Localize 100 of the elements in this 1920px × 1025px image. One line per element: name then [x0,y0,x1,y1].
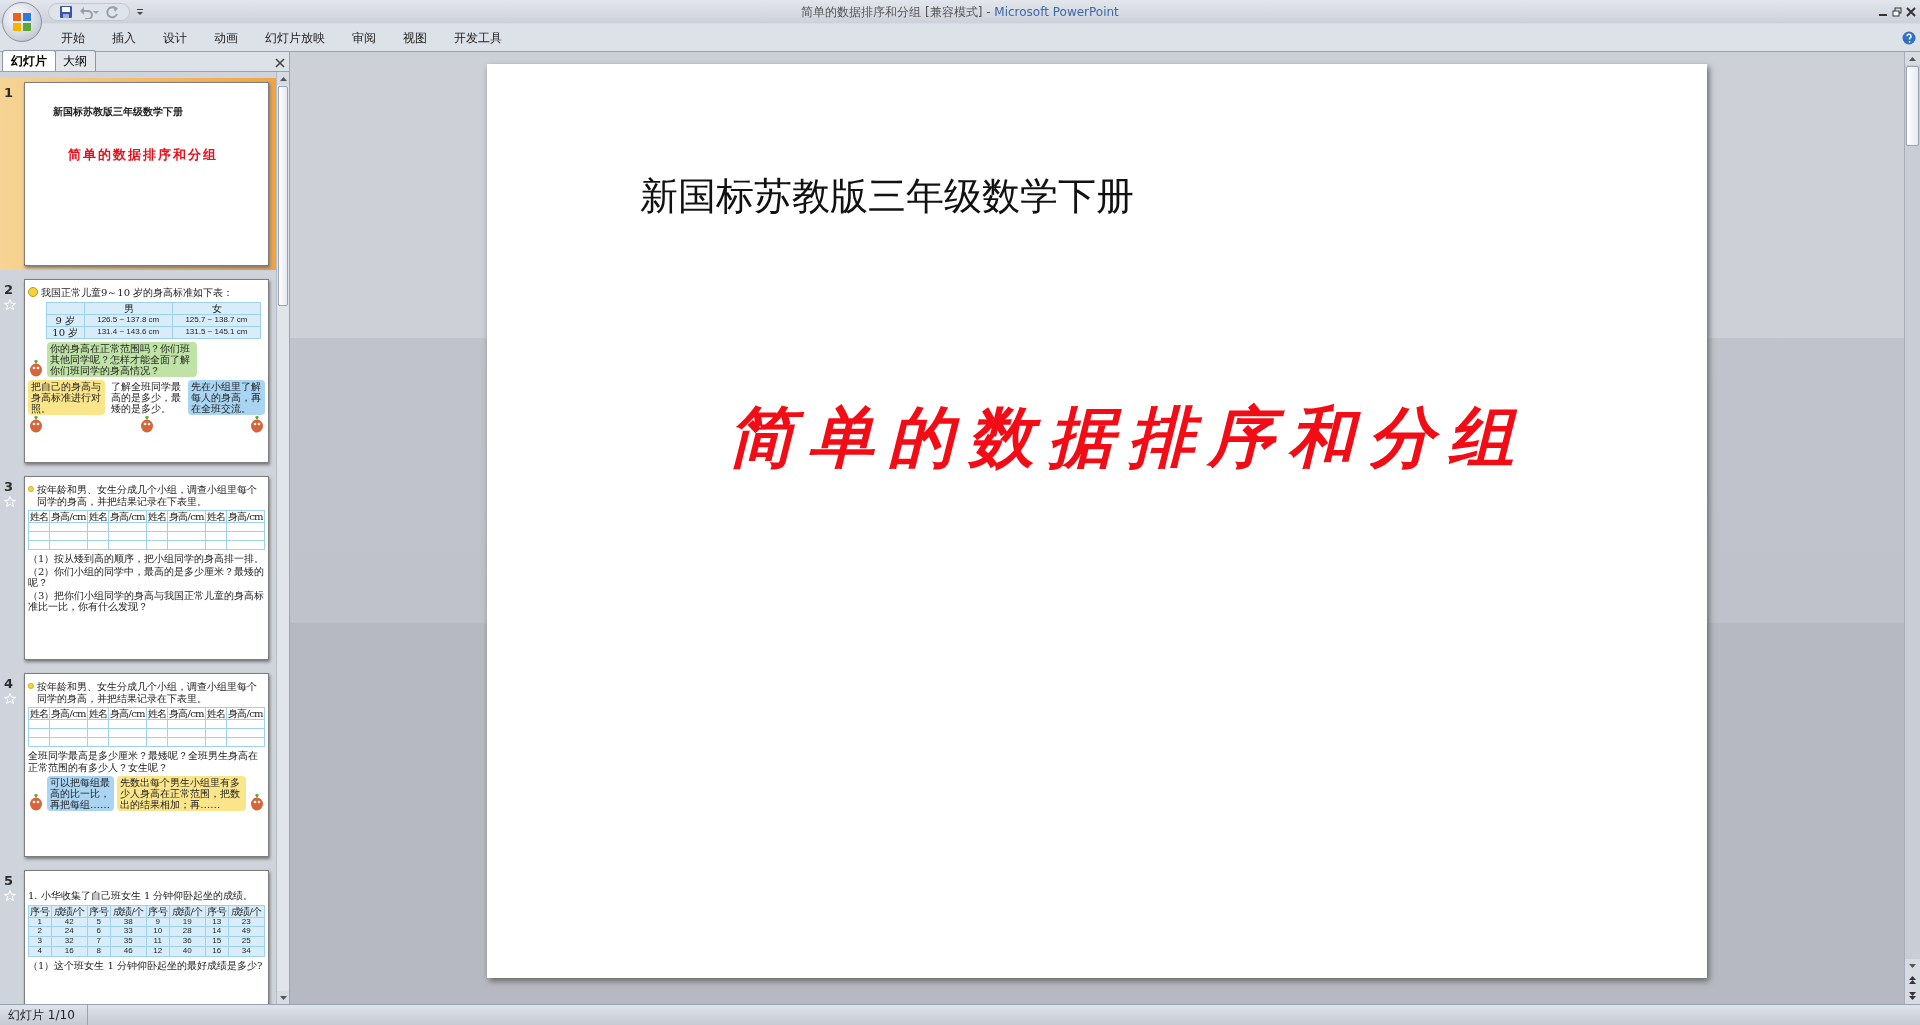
question-text: （1）按从矮到高的顺序，把小组同学的身高排一排。 [28,553,265,565]
table-cell: 32 [51,936,88,947]
next-slide-button[interactable] [1905,988,1920,1004]
table-cell: 25 [228,936,265,947]
close-icon [1906,6,1916,17]
up-arrow-icon [279,76,287,81]
table-header-cell: 身高/cm [167,510,206,523]
table-header-cell: 成绩/个 [169,905,206,917]
table-cell: 34 [228,946,265,957]
ribbon-tab[interactable]: 插入 [101,26,147,49]
down-arrow-icon [279,995,287,1000]
table-header-cell: 姓名 [205,707,227,720]
slide-subtitle: 新国标苏教版三年级数学下册 [639,173,1135,220]
table-header-cell: 成绩/个 [51,905,88,917]
table-cell: 7 [87,936,111,947]
table-cell: 5 [87,917,111,927]
table-header-cell: 身高/cm [49,510,88,523]
table-cell: 6 [87,926,111,937]
cartoon-character-drawing [249,793,265,811]
ribbon-tab[interactable]: 幻灯片放映 [254,26,336,49]
table-header-cell: 序号 [146,905,170,917]
down-arrow-icon [1909,963,1916,968]
save-icon [59,4,73,19]
table-header-cell: 成绩/个 [110,905,147,917]
scrollbar-thumb[interactable] [1906,66,1919,146]
table-cell: 14 [205,926,229,937]
table-cell: 36 [169,936,206,947]
table-cell: 1 [28,917,52,927]
double-down-arrow-icon [1909,992,1916,1000]
table-header-cell: 姓名 [28,707,50,720]
ribbon-tab[interactable]: 视图 [392,26,438,49]
slide-heading: 我国正常儿童9～10 岁的身高标准如下表： [41,287,234,299]
table-header-cell: 女 [172,302,261,314]
cartoon-character-drawing [28,358,44,377]
table-cell: 12 [146,946,170,957]
ribbon-tab[interactable]: 设计 [152,26,198,49]
slide-heading: 按年龄和男、女生分成几个小组，调查小组里每个同学的身高，并把结果记录在下表里。 [36,484,258,507]
slide-list-item[interactable]: 1 新国标苏教版三年级数学下册 简单的数据排序和分组 [0,78,276,270]
table-cell: 9 [146,917,170,927]
table-header-cell: 序号 [87,905,111,917]
speech-bubble: 可以把每组最高的比一比，再把每组…… [47,776,115,811]
table-cell: 46 [110,946,147,957]
table-header-cell: 姓名 [146,707,168,720]
scroll-up-button[interactable] [277,72,289,85]
table-header-cell: 姓名 [87,510,109,523]
table-cell: 11 [146,936,170,947]
table-cell: 10 [146,926,170,937]
scroll-down-button[interactable] [1905,959,1920,972]
slide-list-item[interactable]: 5 1. 小华收集了自己班女生 1 分钟仰卧起坐的成绩。 序号 成绩/个 序号 成绩/个 序号 成绩/个 序号 成绩/个 1 42 5 38 9 19 13 23 2 24 6 33 10 28 14 49 3 32 7 35 11 36 15 25 4 16 8 46 12 40 16 34 （1）这个班女生 1 分钟仰卧起坐的最好成绩是多少? [0,866,276,1004]
table-header-cell: 身高/cm [108,707,147,720]
table-cell: 19 [169,917,206,927]
office-logo-icon [11,11,33,33]
question-text: （3）把你们小组同学的身高与我国正常儿童的身高标准比一比，你有什么发现？ [28,589,265,613]
restore-button[interactable] [1892,6,1902,17]
close-button[interactable] [1906,6,1916,17]
table-cell: 16 [205,946,229,957]
slide-list-item[interactable]: 4 按年龄和男、女生分成几个小组，调查小组里每个同学的身高，并把结果记录在下表里。 姓名 身高/cm 姓名 身高/cm 姓名 身高/cm 姓名 身高/cm 全班同学最高是多少厘米？最矮呢？全班男生身高在正常范围的有多少人？女生呢？ 可以把每组最高的比一比，再把每组…… 先数出每个男生小组里有多少人身高在正常范围，把数出的结果相加；再…… [0,669,276,861]
save-button[interactable] [59,4,73,19]
table-cell: 8 [87,946,111,957]
panel-tab[interactable]: 幻灯片 [2,50,56,71]
scroll-down-button[interactable] [277,991,289,1004]
redo-icon [105,4,119,19]
slide-list-item[interactable]: 3 按年龄和男、女生分成几个小组，调查小组里每个同学的身高，并把结果记录在下表里。 姓名 身高/cm 姓名 身高/cm 姓名 身高/cm 姓名 身高/cm （1）按从矮到高的顺序，把小组同学的身高排一排。 （2）你们小组的同学中，最高的是多少厘米？最矮的呢？ （3）把你们小组同学的身高与我国正常儿童的身高标准比一比，你有什么发现？ [0,472,276,664]
table-cell: 42 [51,917,88,927]
table-cell: 3 [28,936,52,947]
question-text: 全班同学最高是多少厘米？最矮呢？全班男生身高在正常范围的有多少人？女生呢？ [28,750,259,773]
customize-toolbar-button[interactable] [136,7,144,16]
ribbon-tab[interactable]: 开发工具 [443,26,513,49]
up-arrow-icon [1909,56,1916,61]
table-cell: 4 [28,946,52,957]
table-cell: 15 [205,936,229,947]
slide-number: 2 [4,283,14,296]
cartoon-character-drawing [138,414,155,433]
table-header-cell: 成绩/个 [228,905,265,917]
slide-number: 3 [4,480,14,493]
scroll-up-button[interactable] [1905,52,1920,65]
table-cell: 24 [51,926,88,937]
slide-subtitle: 新国标苏教版三年级数学下册 [53,106,184,118]
table-header-cell: 身高/cm [108,510,147,523]
speech-bubble: 你的身高在正常范围吗？你们班其他同学呢？怎样才能全面了解你们班同学的身高情况？ [47,341,197,377]
ribbon-tab[interactable]: 审阅 [341,26,387,49]
speech-bubble: 把自己的身高与身高标准进行对照。 [28,379,105,415]
table-cell: 49 [228,926,265,937]
table-cell: 2 [28,926,52,937]
office-button[interactable] [2,2,42,42]
table-header-cell: 姓名 [205,510,227,523]
ribbon-tab[interactable]: 开始 [50,26,96,49]
restore-icon [1892,6,1902,17]
speech-bubble: 先在小组里了解每人的身高，再在全班交流。 [188,379,265,415]
ribbon-tab[interactable]: 动画 [203,26,249,49]
app-name: Microsoft PowerPoint [994,4,1119,19]
scrollbar-thumb[interactable] [278,86,288,306]
panel-tab[interactable]: 大纲 [54,50,96,71]
double-up-arrow-icon [1909,976,1916,984]
table-header-cell: 姓名 [28,510,50,523]
table-header-cell: 男 [84,302,173,314]
question-text: （1）这个班女生 1 分钟仰卧起坐的最好成绩是多少? [28,959,264,972]
help-button[interactable] [1902,30,1916,45]
help-icon [1902,30,1916,45]
cartoon-character-drawing [28,793,44,811]
